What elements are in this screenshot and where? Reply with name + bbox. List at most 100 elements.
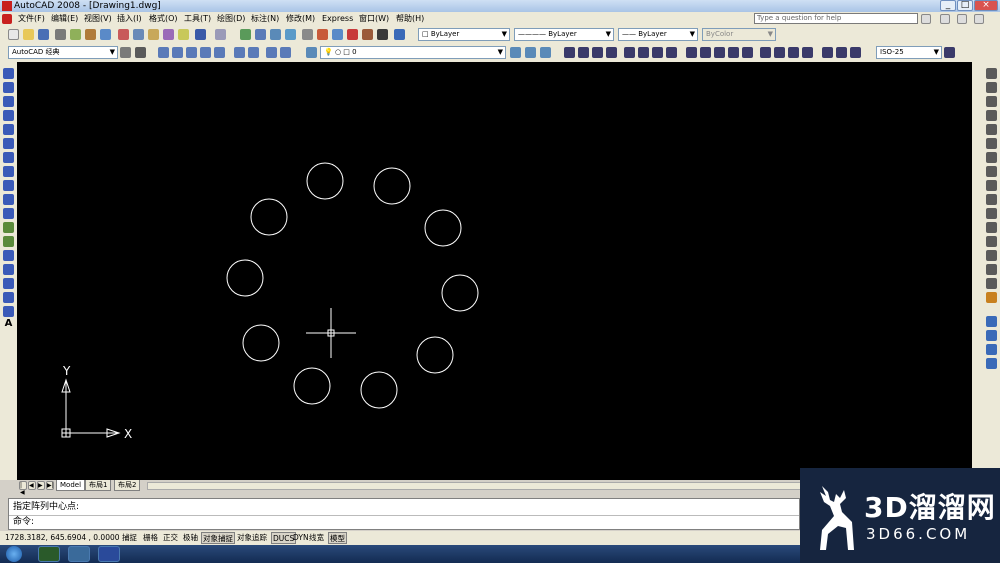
zoom-out-icon[interactable] [248,47,259,58]
table-icon[interactable] [3,306,14,317]
array-circle[interactable] [416,336,454,374]
dimension-text-edit-icon[interactable] [836,47,847,58]
zoom-dynamic-icon[interactable] [172,47,183,58]
save-icon[interactable] [38,29,49,40]
tolerance-icon[interactable] [760,47,771,58]
insert-block-icon[interactable] [3,222,14,233]
redo-icon[interactable] [215,29,226,40]
trim-icon[interactable] [986,194,997,205]
maximize-button[interactable]: □ [957,0,973,11]
menu-tools[interactable]: 工具(T) [184,12,211,26]
array-circle[interactable] [441,274,479,312]
draw-order-back-icon[interactable] [986,330,997,341]
snap-toggle[interactable]: 捕捉 [121,532,138,544]
doc-minimize-button[interactable] [940,14,950,24]
dimension-space-icon[interactable] [728,47,739,58]
circle-icon[interactable] [3,152,14,163]
otrack-toggle[interactable]: 对象追踪 [236,532,268,544]
doc-close-button[interactable] [974,14,984,24]
zoom-previous-icon[interactable] [285,29,296,40]
array-circle[interactable] [424,209,462,247]
linetype-select[interactable]: ———— ByLayer ▼ [514,28,614,41]
quick-dimension-icon[interactable] [686,47,697,58]
menu-draw[interactable]: 绘图(D) [217,12,245,26]
help-search-icon[interactable] [921,14,931,24]
array-circle[interactable] [306,162,344,200]
line-icon[interactable] [3,68,14,79]
zoom-window-icon[interactable] [158,47,169,58]
angular-dimension-icon[interactable] [666,47,677,58]
match-properties-icon[interactable] [163,29,174,40]
plotstyle-select[interactable]: ByColor ▼ [702,28,776,41]
layer-select[interactable]: 💡 ○ □ 0 ▼ [320,46,506,59]
workspace-settings-icon[interactable] [120,47,131,58]
array-icon[interactable] [986,124,997,135]
menu-insert[interactable]: 插入(I) [117,12,142,26]
array-circle[interactable] [293,367,331,405]
array-circle[interactable] [250,198,288,236]
layer-previous-icon[interactable] [525,47,536,58]
join-icon[interactable] [986,250,997,261]
menu-modify[interactable]: 修改(M) [286,12,315,26]
plot-preview-icon[interactable] [70,29,81,40]
menu-edit[interactable]: 编辑(E) [51,12,78,26]
zoom-center-icon[interactable] [200,47,211,58]
dimension-break-icon[interactable] [742,47,753,58]
dyn-toggle[interactable]: DYN [292,532,310,544]
erase-icon[interactable] [986,68,997,79]
rectangle-icon[interactable] [3,124,14,135]
polar-toggle[interactable]: 极轴 [182,532,199,544]
paste-icon[interactable] [148,29,159,40]
draw-order-under-icon[interactable] [986,358,997,369]
revision-cloud-icon[interactable] [3,166,14,177]
center-mark-icon[interactable] [774,47,785,58]
mirror-icon[interactable] [986,96,997,107]
dimension-edit-icon[interactable] [822,47,833,58]
color-select[interactable]: □ ByLayer ▼ [418,28,510,41]
tab-layout1[interactable]: 布局1 [85,480,112,491]
properties-icon[interactable] [302,29,313,40]
design-center-icon[interactable] [317,29,328,40]
coordinate-readout[interactable]: 1728.3182, 645.6904 , 0.0000 [4,532,121,544]
grid-toggle[interactable]: 栅格 [142,532,159,544]
menu-dimension[interactable]: 标注(N) [251,12,279,26]
diameter-dimension-icon[interactable] [652,47,663,58]
last-tab-button[interactable]: ▶| [46,481,54,490]
cut-icon[interactable] [118,29,129,40]
zoom-realtime-icon[interactable] [255,29,266,40]
jogged-linear-icon[interactable] [802,47,813,58]
model-toggle[interactable]: 模型 [328,532,347,544]
lineweight-toggle[interactable]: 线宽 [308,532,325,544]
array-circle[interactable] [226,259,264,297]
fillet-icon[interactable] [986,278,997,289]
close-button[interactable]: × [974,0,998,11]
menu-format[interactable]: 格式(O) [149,12,178,26]
scale-icon[interactable] [986,166,997,177]
arc-length-icon[interactable] [592,47,603,58]
break-at-point-icon[interactable] [986,222,997,233]
polyline-icon[interactable] [3,96,14,107]
workspace-save-icon[interactable] [135,47,146,58]
block-editor-icon[interactable] [178,29,189,40]
tab-model[interactable]: Model [56,480,86,491]
print-icon[interactable] [55,29,66,40]
copy-icon[interactable] [133,29,144,40]
ellipse-arc-icon[interactable] [3,208,14,219]
taskbar-app-icon[interactable] [38,546,60,562]
baseline-dimension-icon[interactable] [700,47,711,58]
ortho-toggle[interactable]: 正交 [162,532,179,544]
3d-dwf-icon[interactable] [100,29,111,40]
menu-window[interactable]: 窗口(W) [359,12,389,26]
doc-restore-button[interactable] [957,14,967,24]
region-icon[interactable] [3,292,14,303]
dimension-style-icon[interactable] [944,47,955,58]
help-search-input[interactable]: Type a question for help [754,13,918,24]
calculator-icon[interactable] [377,29,388,40]
pan-icon[interactable] [240,29,251,40]
inspection-icon[interactable] [788,47,799,58]
taskbar-app-icon[interactable] [68,546,90,562]
menu-express[interactable]: Express [322,12,353,26]
array-circle[interactable] [360,371,398,409]
array-circle[interactable] [242,324,280,362]
autocad-app-icon[interactable] [2,1,12,11]
